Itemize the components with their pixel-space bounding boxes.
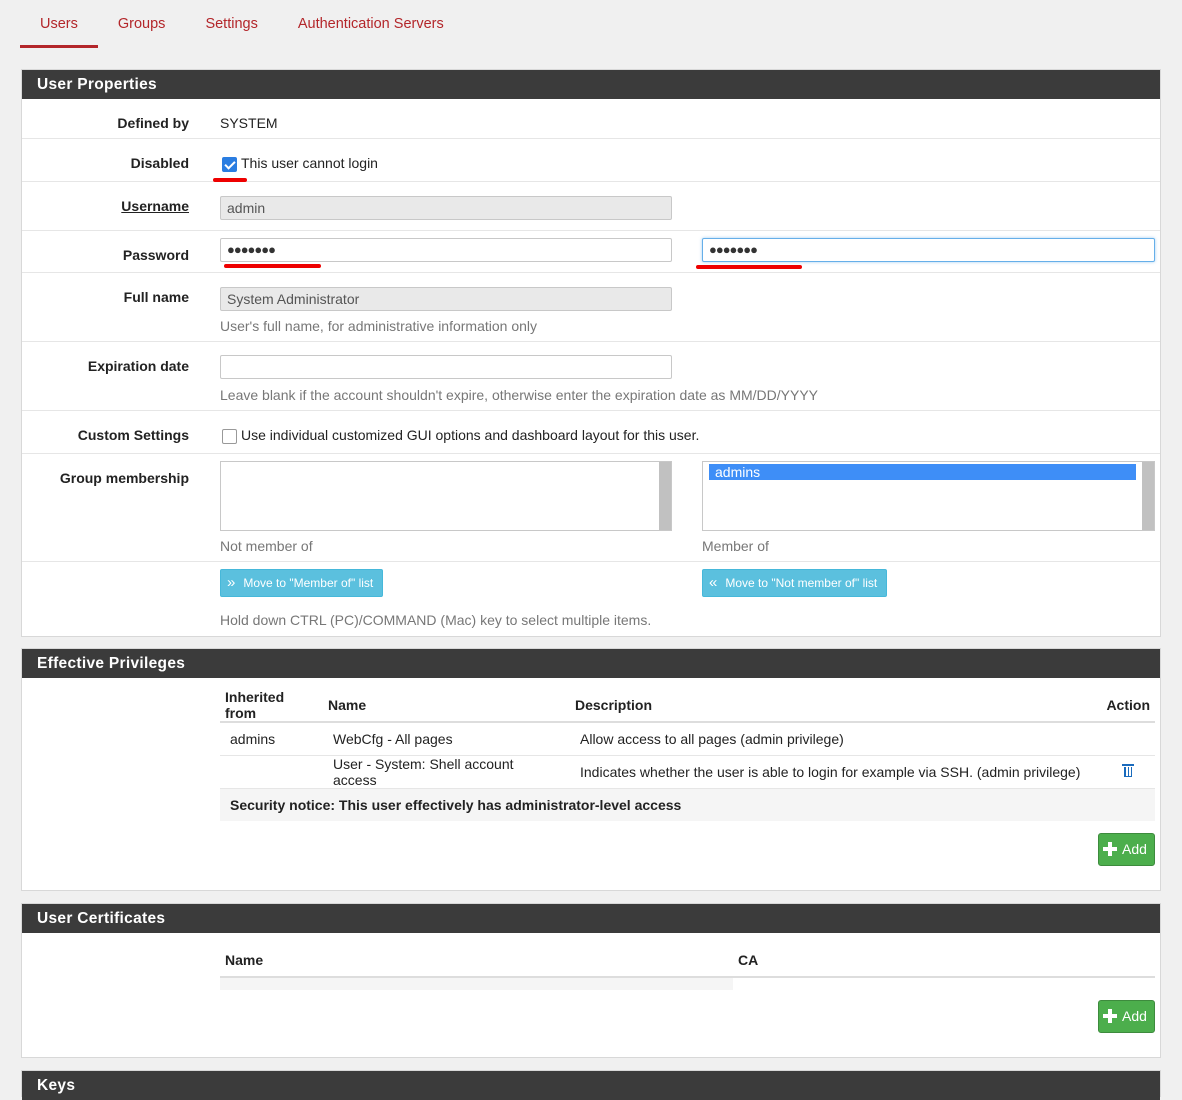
password-confirm-input[interactable]: ●●●●●●● [702,238,1155,262]
cell-name: User - System: Shell account access [323,755,570,789]
tab-groups[interactable]: Groups [98,0,186,48]
username-label: Username [121,198,189,214]
security-notice-row: Security notice: This user effectively h… [220,788,1155,821]
annotation-underline [224,264,321,268]
column-header-inherited-from: Inherited from [220,688,323,723]
row-password: Password ●●●●●●● ●●●●●●● [22,231,1160,273]
panel-heading-effective-privileges: Effective Privileges [22,649,1160,678]
move-to-member-button[interactable]: » Move to "Member of" list [220,569,383,597]
empty-cell [220,977,733,990]
tab-settings[interactable]: Settings [185,0,277,48]
disabled-text: This user cannot login [241,155,378,171]
disabled-label: Disabled [130,155,189,171]
custom-settings-checkbox[interactable] [222,429,237,444]
row-custom-settings: Custom Settings Use individual customize… [22,411,1160,454]
cell-inherited: admins [220,722,323,756]
full-name-help: User's full name, for administrative inf… [220,318,538,334]
group-membership-label: Group membership [59,470,189,486]
expiration-help: Leave blank if the account shouldn't exp… [220,387,819,403]
user-certificates-panel: User Certificates Name CA Add [21,903,1161,1058]
cell-description: Allow access to all pages (admin privile… [570,722,1100,756]
double-chevron-left-icon: « [709,574,718,591]
disabled-checkbox[interactable] [222,157,237,172]
add-label: Add [1122,841,1147,857]
security-notice: Security notice: This user effectively h… [220,788,1155,821]
full-name-label: Full name [123,289,189,305]
column-header-name: Name [323,688,570,723]
member-of-listbox[interactable]: admins [702,461,1155,531]
row-disabled: Disabled This user cannot login [22,139,1160,182]
table-row: User - System: Shell account access Indi… [220,755,1155,789]
column-header-ca: CA [733,943,1155,978]
password-label: Password [122,247,189,263]
defined-by-label: Defined by [117,115,189,131]
not-member-of-listbox[interactable] [220,461,672,531]
panel-heading-user-properties: User Properties [22,70,1160,99]
table-row [220,977,1155,990]
tab-bar: Users Groups Settings Authentication Ser… [20,0,464,48]
defined-by-value: SYSTEM [220,115,278,131]
column-header-description: Description [570,688,1100,723]
cell-action [1100,722,1155,756]
multi-select-help: Hold down CTRL (PC)/COMMAND (Mac) key to… [220,612,652,628]
add-certificate-button[interactable]: Add [1098,1000,1155,1033]
expiration-label: Expiration date [87,358,189,374]
not-member-caption: Not member of [220,538,313,554]
full-name-input[interactable]: System Administrator [220,287,672,311]
effective-privileges-panel: Effective Privileges Inherited from Name… [21,648,1161,891]
annotation-underline [696,265,802,269]
cell-name: WebCfg - All pages [323,722,570,756]
row-expiration-date: Expiration date Leave blank if the accou… [22,342,1160,411]
scrollbar[interactable] [659,462,671,530]
column-header-name: Name [220,943,733,978]
privileges-table: Inherited from Name Description Action a… [220,688,1155,821]
member-option-admins[interactable]: admins [709,464,1136,480]
tab-users[interactable]: Users [20,0,98,48]
move-to-member-label: Move to "Member of" list [243,576,374,590]
username-input[interactable]: admin [220,196,672,220]
trash-icon[interactable] [1121,763,1134,777]
plus-icon [1103,842,1117,856]
empty-cell [733,977,1155,990]
cell-description: Indicates whether the user is able to lo… [570,755,1100,789]
custom-settings-label: Custom Settings [77,427,189,443]
move-to-not-member-button[interactable]: « Move to "Not member of" list [702,569,887,597]
panel-heading-user-certificates: User Certificates [22,904,1160,933]
double-chevron-right-icon: » [227,574,236,591]
cell-inherited [220,755,323,789]
user-properties-panel: User Properties Defined by SYSTEM Disabl… [21,69,1161,637]
member-caption: Member of [702,538,769,554]
password-input[interactable]: ●●●●●●● [220,238,672,262]
expiration-date-input[interactable] [220,355,672,379]
panel-heading-keys: Keys [22,1071,1160,1100]
add-privilege-button[interactable]: Add [1098,833,1155,866]
custom-settings-text: Use individual customized GUI options an… [241,427,700,443]
row-group-membership: Group membership admins Not member of Me… [22,454,1160,562]
row-defined-by: Defined by SYSTEM [22,99,1160,139]
row-full-name: Full name System Administrator User's fu… [22,273,1160,342]
cell-action [1100,755,1155,789]
keys-panel: Keys [21,1070,1161,1100]
row-username: Username admin [22,182,1160,231]
add-label: Add [1122,1008,1147,1024]
plus-icon [1103,1009,1117,1023]
scrollbar[interactable] [1142,462,1154,530]
certificates-table: Name CA [220,943,1155,990]
tab-authentication-servers[interactable]: Authentication Servers [278,0,464,48]
move-to-not-member-label: Move to "Not member of" list [725,576,878,590]
column-header-action: Action [1100,688,1155,723]
table-row: admins WebCfg - All pages Allow access t… [220,722,1155,756]
row-move-buttons: » Move to "Member of" list « Move to "Not … [22,562,1160,636]
